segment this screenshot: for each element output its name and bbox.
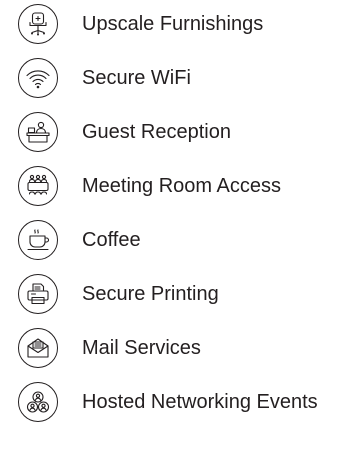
coffee-cup-icon [18, 220, 58, 260]
amenity-label: Hosted Networking Events [82, 391, 318, 413]
amenity-label: Meeting Room Access [82, 175, 281, 197]
amenity-mail-services: Mail Services [0, 324, 361, 372]
amenity-hosted-networking-events: Hosted Networking Events [0, 378, 361, 426]
amenity-coffee: Coffee [0, 216, 361, 264]
people-group-icon [18, 382, 58, 422]
amenity-upscale-furnishings: Upscale Furnishings [0, 0, 361, 48]
amenity-meeting-room-access: Meeting Room Access [0, 162, 361, 210]
amenity-guest-reception: Guest Reception [0, 108, 361, 156]
envelope-icon [18, 328, 58, 368]
printer-icon [18, 274, 58, 314]
amenity-label: Upscale Furnishings [82, 13, 264, 35]
amenity-list: Upscale Furnishings Secure WiFi Guest Re [0, 0, 361, 450]
office-chair-icon [18, 4, 58, 44]
meeting-table-icon [18, 166, 58, 206]
amenity-secure-printing: Secure Printing [0, 270, 361, 318]
amenity-label: Guest Reception [82, 121, 231, 143]
amenity-label: Secure WiFi [82, 67, 191, 89]
wifi-icon [18, 58, 58, 98]
amenity-label: Coffee [82, 229, 141, 251]
amenity-label: Mail Services [82, 337, 201, 359]
amenity-secure-wifi: Secure WiFi [0, 54, 361, 102]
reception-desk-icon [18, 112, 58, 152]
amenity-label: Secure Printing [82, 283, 219, 305]
